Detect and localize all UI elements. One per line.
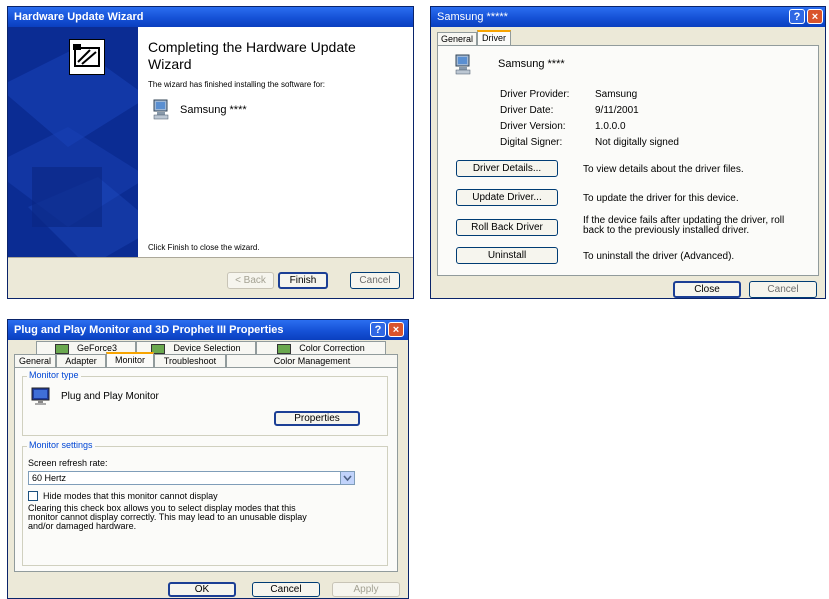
- tab-troubleshoot[interactable]: Troubleshoot: [154, 354, 226, 368]
- monitor-name: Plug and Play Monitor: [61, 391, 159, 402]
- driver-date-label: Driver Date:: [500, 105, 554, 116]
- wizard-title-bar[interactable]: Hardware Update Wizard: [8, 7, 413, 27]
- refresh-rate-value: 60 Hertz: [32, 473, 67, 483]
- monitor-type-group: Monitor type Plug and Play Monitor Prope…: [22, 370, 388, 436]
- monitor-title: Plug and Play Monitor and 3D Prophet III…: [14, 324, 284, 336]
- close-icon[interactable]: ×: [388, 322, 404, 337]
- monitor-tab-panel: Monitor type Plug and Play Monitor Prope…: [14, 367, 398, 572]
- monitor-type-label: Monitor type: [27, 370, 81, 380]
- driver-version-value: 1.0.0.0: [595, 121, 626, 132]
- wizard-divider: [8, 257, 413, 258]
- hide-modes-desc-line3: and/or damaged hardware.: [28, 521, 137, 531]
- driver-provider-value: Samsung: [595, 89, 638, 100]
- driver-device-name: Samsung ****: [498, 58, 565, 70]
- help-icon[interactable]: ?: [370, 322, 386, 337]
- driver-version-label: Driver Version:: [500, 121, 566, 132]
- properties-button[interactable]: Properties: [274, 411, 360, 426]
- driver-properties-window: Samsung ***** ? × General Driver Samsung…: [430, 6, 826, 299]
- tab-general[interactable]: General: [437, 32, 477, 46]
- hardware-icon: [69, 39, 105, 75]
- wizard-finished-text: The wizard has finished installing the s…: [148, 80, 325, 89]
- monitor-settings-group: Monitor settings Screen refresh rate: 60…: [22, 440, 388, 566]
- device-icon: [454, 54, 472, 79]
- wizard-content-panel: Completing the Hardware Update Wizard Th…: [138, 27, 413, 257]
- driver-title: Samsung *****: [437, 11, 508, 23]
- tab-driver[interactable]: Driver: [477, 30, 511, 46]
- wizard-side-banner: [8, 27, 138, 257]
- tab-monitor[interactable]: Monitor: [106, 352, 154, 368]
- chevron-down-icon[interactable]: [340, 472, 354, 484]
- finish-button[interactable]: Finish: [278, 272, 328, 289]
- color-correction-icon: [277, 343, 292, 354]
- refresh-rate-select[interactable]: 60 Hertz: [28, 471, 355, 485]
- digital-signer-value: Not digitally signed: [595, 137, 679, 148]
- wizard-heading-line1: Completing the Hardware Update: [148, 39, 356, 55]
- wizard-cancel-button[interactable]: Cancel: [350, 272, 400, 289]
- device-icon: [152, 99, 170, 124]
- back-button[interactable]: < Back: [227, 272, 274, 289]
- driver-details-desc: To view details about the driver files.: [583, 164, 744, 175]
- cancel-button[interactable]: Cancel: [252, 582, 320, 597]
- uninstall-button[interactable]: Uninstall: [456, 247, 558, 264]
- driver-provider-label: Driver Provider:: [500, 89, 570, 100]
- hardware-update-wizard-window: Hardware Update Wizard Completing the Ha…: [7, 6, 414, 299]
- wizard-title: Hardware Update Wizard: [14, 11, 144, 23]
- update-driver-desc: To update the driver for this device.: [583, 193, 739, 204]
- apply-button[interactable]: Apply: [332, 582, 400, 597]
- roll-back-driver-button[interactable]: Roll Back Driver: [456, 219, 558, 236]
- hide-modes-checkbox[interactable]: [28, 491, 38, 501]
- tab-color-correction[interactable]: Color Correction: [256, 341, 386, 355]
- digital-signer-label: Digital Signer:: [500, 137, 563, 148]
- tab-adapter[interactable]: Adapter: [56, 354, 106, 368]
- monitor-title-bar[interactable]: Plug and Play Monitor and 3D Prophet III…: [8, 320, 408, 340]
- refresh-rate-label: Screen refresh rate:: [28, 458, 108, 468]
- tab-device-selection-label: Device Selection: [173, 343, 241, 353]
- tab-general[interactable]: General: [14, 354, 56, 368]
- geforce-icon: [54, 343, 69, 354]
- wizard-heading-line2: Wizard: [148, 56, 192, 72]
- driver-title-bar[interactable]: Samsung ***** ? ×: [431, 7, 825, 27]
- driver-tab-panel: Samsung **** Driver Provider: Samsung Dr…: [437, 45, 819, 276]
- monitor-settings-label: Monitor settings: [27, 440, 95, 450]
- tab-color-management[interactable]: Color Management: [226, 354, 398, 368]
- tab-device-selection[interactable]: Device Selection: [136, 341, 256, 355]
- help-icon[interactable]: ?: [789, 9, 805, 24]
- driver-details-button[interactable]: Driver Details...: [456, 160, 558, 177]
- wizard-device-name: Samsung ****: [180, 104, 247, 116]
- driver-cancel-button[interactable]: Cancel: [749, 281, 817, 298]
- ok-button[interactable]: OK: [168, 582, 236, 597]
- monitor-properties-window: Plug and Play Monitor and 3D Prophet III…: [7, 319, 409, 599]
- uninstall-desc: To uninstall the driver (Advanced).: [583, 251, 735, 262]
- hide-modes-label[interactable]: Hide modes that this monitor cannot disp…: [43, 491, 218, 501]
- wizard-close-hint: Click Finish to close the wizard.: [148, 243, 260, 252]
- monitor-icon: [31, 387, 51, 410]
- update-driver-button[interactable]: Update Driver...: [456, 189, 558, 206]
- roll-back-desc-line2: back to the previously installed driver.: [583, 225, 750, 236]
- tab-color-correction-label: Color Correction: [299, 343, 365, 353]
- close-icon[interactable]: ×: [807, 9, 823, 24]
- driver-date-value: 9/11/2001: [595, 105, 639, 116]
- close-button[interactable]: Close: [673, 281, 741, 298]
